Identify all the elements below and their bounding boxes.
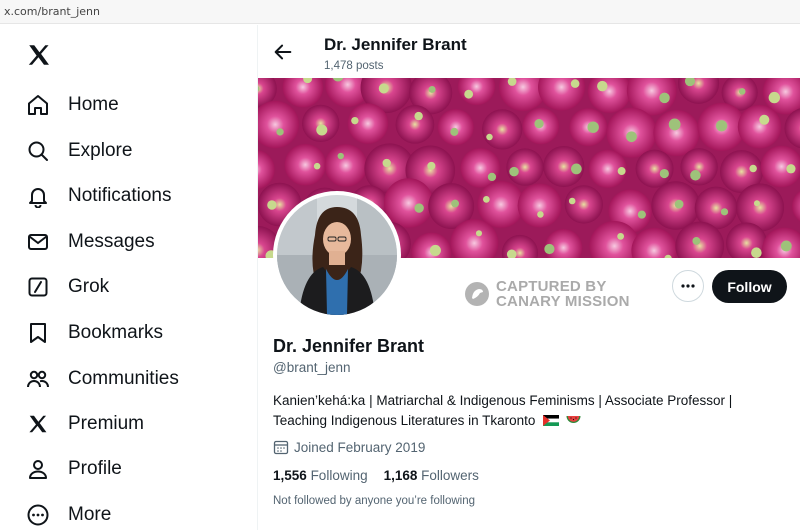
sidebar-item-home[interactable]: Home <box>26 89 119 121</box>
browser-url-bar[interactable]: x.com/brant_jenn <box>0 0 800 24</box>
following-count: 1,556 <box>273 468 307 483</box>
palestine-flag-icon <box>543 415 560 426</box>
back-arrow-icon[interactable] <box>272 41 294 63</box>
sidebar-item-label: Notifications <box>68 185 172 206</box>
sidebar-item-label: Grok <box>68 276 110 297</box>
profile-header-bar: Dr. Jennifer Brant 1,478 posts <box>258 25 800 78</box>
followers-count: 1,168 <box>383 468 418 483</box>
following-label: Following <box>310 468 368 483</box>
avatar-photo <box>277 195 397 315</box>
ellipsis-icon <box>681 284 695 288</box>
bio-line-2: Teaching Indigenous Literatures in Tkaro… <box>273 411 788 431</box>
followers-label: Followers <box>421 468 479 483</box>
sidebar-item-label: More <box>68 504 112 525</box>
x-logo-icon <box>26 412 50 436</box>
sidebar-item-messages[interactable]: Messages <box>26 226 155 258</box>
canary-logo-icon <box>465 282 489 306</box>
joined-date: Joined February 2019 <box>273 439 425 455</box>
header-profile-name: Dr. Jennifer Brant <box>324 35 467 54</box>
search-icon <box>26 139 50 163</box>
follow-button[interactable]: Follow <box>712 270 787 303</box>
sidebar-item-communities[interactable]: Communities <box>26 363 179 395</box>
bookmark-icon <box>26 321 50 345</box>
canary-mission-watermark: CAPTURED BY CANARY MISSION <box>464 279 630 309</box>
following-link[interactable]: 1,556 Following <box>273 468 368 483</box>
bio-line-1: Kanien’kehá:ka | Matriarchal & Indigenou… <box>273 393 733 408</box>
more-circle-icon <box>26 503 50 527</box>
sidebar-item-label: Home <box>68 94 119 115</box>
profile-avatar[interactable] <box>273 191 401 319</box>
sidebar-item-label: Communities <box>68 368 179 389</box>
follow-stats: 1,556 Following 1,168 Followers <box>273 468 479 483</box>
joined-text: Joined February 2019 <box>294 439 426 455</box>
more-options-button[interactable] <box>672 270 704 302</box>
not-followed-notice: Not followed by anyone you’re following <box>273 495 476 507</box>
home-icon <box>26 93 50 117</box>
sidebar-nav: Home Explore Notifications Messages Grok… <box>0 25 257 530</box>
header-post-count: 1,478 posts <box>324 60 384 72</box>
followers-link[interactable]: 1,168 Followers <box>384 468 479 483</box>
sidebar-item-label: Premium <box>68 413 145 434</box>
person-icon <box>26 457 50 481</box>
watermelon-icon <box>566 416 581 423</box>
profile-bio: Kanien’kehá:ka | Matriarchal & Indigenou… <box>273 391 788 431</box>
sidebar-item-label: Messages <box>68 231 155 252</box>
sidebar-item-label: Bookmarks <box>68 322 164 343</box>
bell-icon <box>26 184 50 208</box>
sidebar-item-explore[interactable]: Explore <box>26 135 132 167</box>
x-logo-icon[interactable] <box>26 42 52 68</box>
watermark-line-2: CANARY MISSION <box>496 293 630 310</box>
sidebar-item-premium[interactable]: Premium <box>26 408 144 440</box>
sidebar-item-grok[interactable]: Grok <box>26 271 109 303</box>
url-text[interactable]: x.com/brant_jenn <box>4 5 100 18</box>
sidebar-item-more[interactable]: More <box>26 499 111 530</box>
profile-handle: @brant_jenn <box>273 360 351 375</box>
sidebar-item-label: Explore <box>68 140 133 161</box>
watermark-line-1: CAPTURED BY <box>496 278 607 295</box>
grok-icon <box>26 275 50 299</box>
bio-line-2-text: Teaching Indigenous Literatures in Tkaro… <box>273 413 536 428</box>
sidebar-item-bookmarks[interactable]: Bookmarks <box>26 317 163 349</box>
sidebar-item-label: Profile <box>68 458 122 479</box>
sidebar-item-profile[interactable]: Profile <box>26 453 122 485</box>
calendar-icon <box>273 440 289 455</box>
people-icon <box>26 367 50 391</box>
sidebar-item-notifications[interactable]: Notifications <box>26 180 172 212</box>
profile-column: Dr. Jennifer Brant 1,478 posts CAPTURED … <box>258 25 800 530</box>
profile-name: Dr. Jennifer Brant <box>273 336 425 356</box>
envelope-icon <box>26 230 50 254</box>
